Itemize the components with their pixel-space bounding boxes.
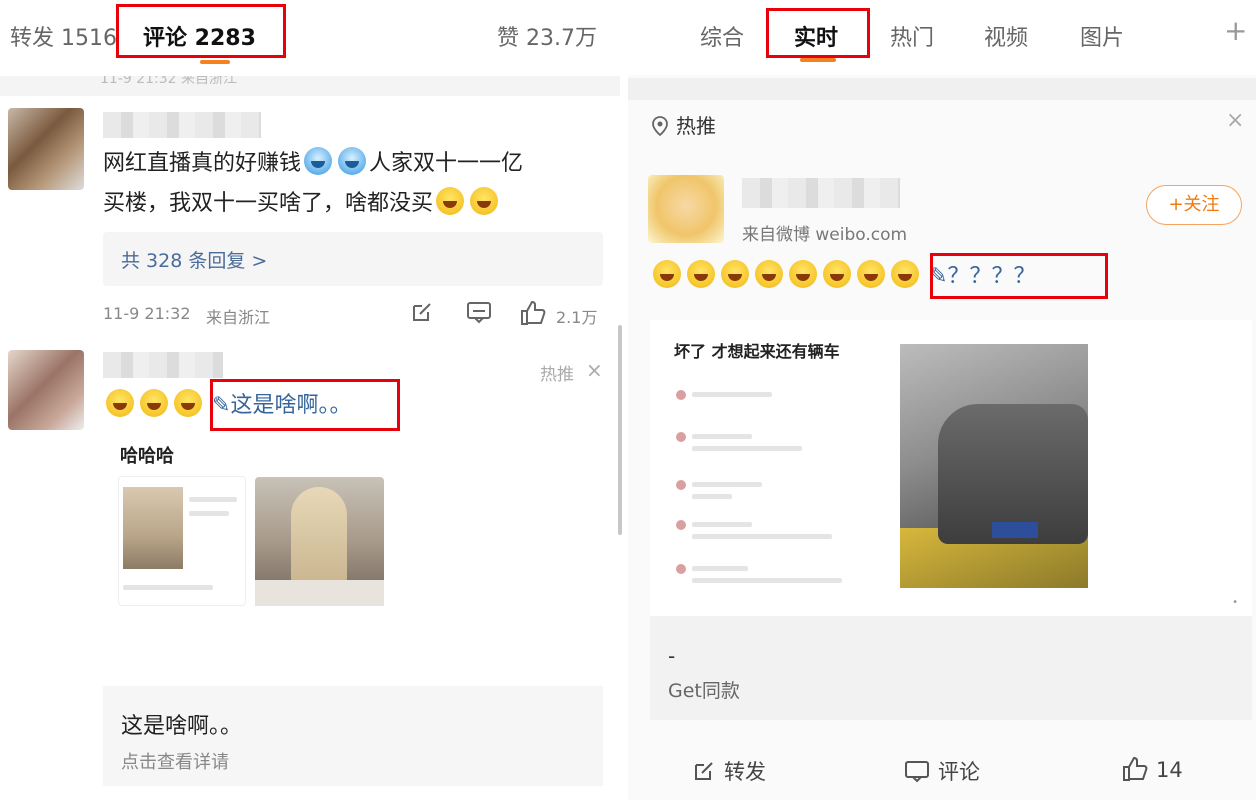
laugh-emoji-icon — [653, 260, 681, 288]
tab-video[interactable]: 视频 — [984, 20, 1028, 52]
repost-action[interactable]: 转发 — [692, 756, 766, 786]
like-action[interactable]: 14 — [1122, 756, 1183, 782]
like-count: 14 — [1156, 758, 1183, 782]
thumbs-up-icon[interactable] — [520, 300, 546, 332]
username-blurred[interactable] — [742, 178, 900, 208]
hot-header: 热推 — [650, 110, 716, 139]
laugh-emoji-icon — [687, 260, 715, 288]
comment-text-part-c: 买楼，我双十一买啥了，啥都没买 — [103, 191, 434, 216]
laugh-emoji-icon — [436, 187, 465, 215]
get-same-dash: - — [668, 644, 676, 668]
comment-label: 评论 — [938, 760, 980, 784]
username-blurred[interactable] — [103, 352, 223, 378]
location-pin-icon — [652, 116, 668, 137]
avatar[interactable] — [8, 350, 84, 430]
post-image-title: 坏了 才想起来还有辆车 — [674, 342, 840, 361]
tab-likes[interactable]: 赞 23.7万 — [497, 20, 597, 52]
card-title: 哈哈哈 — [120, 446, 174, 467]
avatar[interactable] — [648, 175, 724, 243]
hot-header-label: 热推 — [676, 114, 716, 138]
comment-tab-bar: 转发 1516 评论 2283 赞 23.7万 — [0, 0, 620, 70]
cry-laugh-emoji-icon — [140, 389, 168, 417]
tab-hot[interactable]: 热门 — [890, 20, 934, 52]
laugh-emoji-icon — [789, 260, 817, 288]
link-card-title[interactable]: 这是啥啊。。 — [121, 708, 242, 740]
thumbs-up-icon — [1123, 756, 1148, 781]
search-results-panel: 综合 实时 热门 视频 图片 + 热推 × +关注 来自微博 weibo.com… — [628, 0, 1256, 800]
divider — [628, 78, 1256, 100]
laugh-emoji-icon — [857, 260, 885, 288]
tab-repost[interactable]: 转发 1516 — [10, 20, 117, 52]
share-icon[interactable] — [410, 300, 434, 330]
active-tab-underline — [200, 60, 230, 64]
highlight-box-realtime-tab — [766, 8, 870, 58]
laugh-emoji-icon — [891, 260, 919, 288]
cry-laugh-emoji-icon — [106, 389, 134, 417]
watermark: • — [1232, 597, 1238, 608]
post-image[interactable]: 坏了 才想起来还有辆车 • — [650, 320, 1252, 616]
doge-emoji-icon — [338, 147, 367, 175]
comment-time: 11-9 21:32 — [103, 304, 191, 323]
comment-action[interactable]: 评论 — [904, 756, 980, 786]
get-same-card[interactable] — [650, 616, 1252, 720]
laugh-emoji-icon — [470, 187, 499, 215]
comment-text-part-a: 网红直播真的好赚钱 — [103, 151, 302, 176]
comment-text: 网红直播真的好赚钱 人家双十一一亿 买楼，我双十一买啥了，啥都没买 — [103, 144, 603, 224]
scrollbar[interactable] — [618, 325, 622, 535]
screenshot-root: 转发 1516 评论 2283 赞 23.7万 11-9 21:32 来自浙江 … — [0, 0, 1256, 800]
follow-button[interactable]: +关注 — [1146, 185, 1242, 225]
close-icon[interactable]: × — [1226, 108, 1244, 133]
like-count: 2.1万 — [556, 308, 598, 327]
comment-icon — [905, 761, 929, 783]
comments-panel: 转发 1516 评论 2283 赞 23.7万 11-9 21:32 来自浙江 … — [0, 0, 622, 800]
hot-tag: 热推 — [540, 365, 574, 385]
avatar[interactable] — [8, 108, 84, 190]
share-icon — [695, 762, 713, 780]
replies-link[interactable]: 共 328 条回复 > — [103, 232, 603, 286]
get-same-label[interactable]: Get同款 — [668, 676, 740, 703]
header-meta-strip: 11-9 21:32 来自浙江 — [0, 76, 620, 96]
post-source: 来自微博 weibo.com — [742, 225, 908, 245]
comment-text-part-b: 人家双十一一亿 — [369, 151, 524, 176]
active-tab-underline — [800, 58, 836, 62]
highlight-box-post-text — [930, 253, 1108, 299]
highlight-box-comment-tab — [116, 4, 286, 58]
plus-icon[interactable]: + — [1224, 14, 1247, 47]
link-card-subtitle[interactable]: 点击查看详请 — [121, 748, 229, 774]
comment-icon[interactable] — [466, 300, 492, 330]
laugh-emoji-icon — [755, 260, 783, 288]
close-icon[interactable]: × — [586, 358, 603, 382]
search-tab-bar: 综合 实时 热门 视频 图片 + — [628, 0, 1256, 75]
laugh-emoji-icon — [823, 260, 851, 288]
car-photo — [900, 344, 1088, 588]
repost-label: 转发 — [724, 760, 766, 784]
doge-emoji-icon — [304, 147, 333, 175]
tab-images[interactable]: 图片 — [1080, 20, 1124, 52]
username-blurred[interactable] — [103, 112, 261, 138]
cry-laugh-emoji-icon — [174, 389, 202, 417]
comment-location: 来自浙江 — [206, 308, 271, 327]
tab-comprehensive[interactable]: 综合 — [700, 20, 744, 52]
header-meta: 11-9 21:32 来自浙江 — [100, 76, 238, 87]
photo-thumbnail[interactable] — [255, 477, 384, 606]
laugh-emoji-icon — [721, 260, 749, 288]
highlight-box-comment — [210, 379, 400, 431]
screenshot-thumbnail[interactable] — [118, 476, 246, 606]
